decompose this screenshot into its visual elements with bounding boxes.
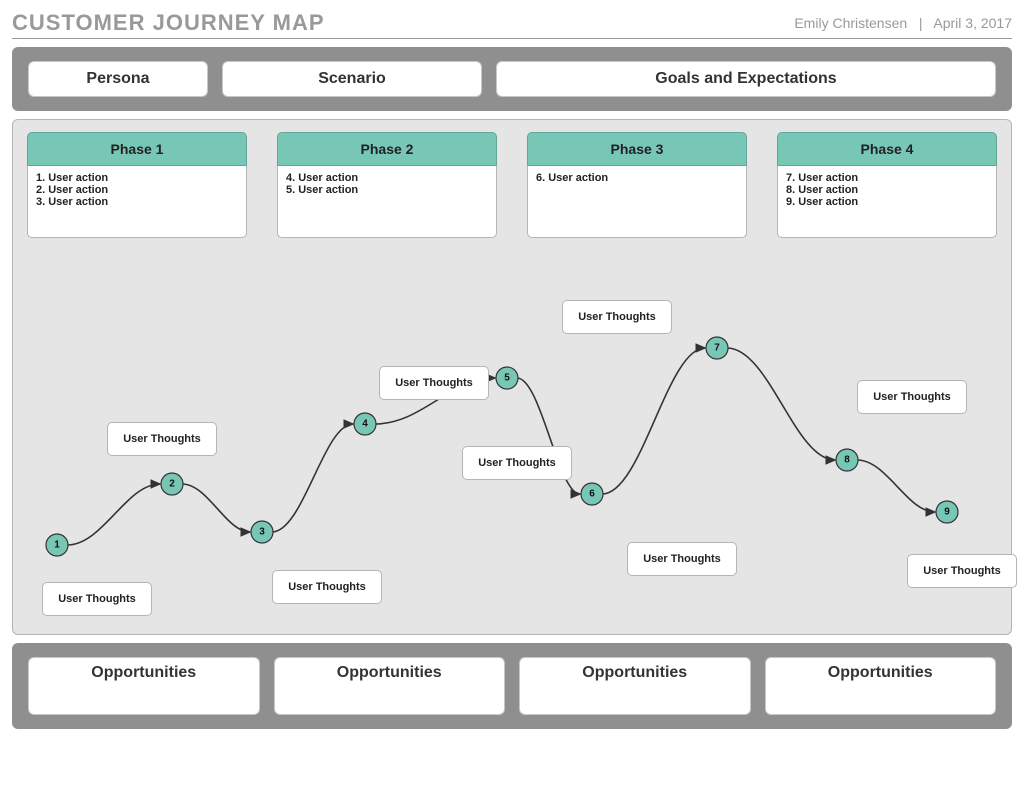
user-thoughts-9[interactable]: User Thoughts bbox=[907, 554, 1017, 588]
curve-segment bbox=[602, 348, 705, 494]
phase-4: Phase 4 7. User action 8. User action 9.… bbox=[777, 132, 997, 238]
curve-segment bbox=[857, 460, 935, 512]
header: CUSTOMER JOURNEY MAP Emily Christensen |… bbox=[12, 10, 1012, 39]
opportunities-1[interactable]: Opportunities bbox=[28, 657, 260, 715]
scenario-card[interactable]: Scenario bbox=[222, 61, 482, 97]
curve-segment bbox=[67, 484, 160, 545]
user-thoughts-7[interactable]: User Thoughts bbox=[627, 542, 737, 576]
user-thoughts-8[interactable]: User Thoughts bbox=[857, 380, 967, 414]
user-thoughts-3[interactable]: User Thoughts bbox=[272, 570, 382, 604]
persona-card[interactable]: Persona bbox=[28, 61, 208, 97]
journey-node-label-6: 6 bbox=[589, 489, 595, 500]
phase-2-actions[interactable]: 4. User action 5. User action bbox=[277, 166, 497, 238]
phase-3-title[interactable]: Phase 3 bbox=[527, 132, 747, 166]
user-thoughts-1[interactable]: User Thoughts bbox=[42, 582, 152, 616]
bottom-band: Opportunities Opportunities Opportunitie… bbox=[12, 643, 1012, 729]
curve-segment bbox=[727, 348, 835, 460]
user-thoughts-2[interactable]: User Thoughts bbox=[107, 422, 217, 456]
journey-node-label-2: 2 bbox=[169, 479, 175, 490]
phase-3: Phase 3 6. User action bbox=[527, 132, 747, 238]
phase-2-title[interactable]: Phase 2 bbox=[277, 132, 497, 166]
curve-segment bbox=[272, 424, 353, 532]
opportunities-4[interactable]: Opportunities bbox=[765, 657, 997, 715]
user-thoughts-6[interactable]: User Thoughts bbox=[562, 300, 672, 334]
curve-segment bbox=[182, 484, 250, 532]
phase-4-actions[interactable]: 7. User action 8. User action 9. User ac… bbox=[777, 166, 997, 238]
phase-row: Phase 1 1. User action 2. User action 3.… bbox=[27, 132, 997, 238]
journey-node-label-4: 4 bbox=[362, 419, 368, 430]
phase-1-title[interactable]: Phase 1 bbox=[27, 132, 247, 166]
phase-4-title[interactable]: Phase 4 bbox=[777, 132, 997, 166]
phase-1-actions[interactable]: 1. User action 2. User action 3. User ac… bbox=[27, 166, 247, 238]
phase-1: Phase 1 1. User action 2. User action 3.… bbox=[27, 132, 247, 238]
journey-node-label-7: 7 bbox=[714, 343, 720, 354]
user-thoughts-4[interactable]: User Thoughts bbox=[379, 366, 489, 400]
goals-card[interactable]: Goals and Expectations bbox=[496, 61, 996, 97]
date: April 3, 2017 bbox=[933, 15, 1012, 31]
author: Emily Christensen bbox=[794, 15, 907, 31]
emotion-curve: 1 2 3 4 5 6 7 8 9 User Thoughts User Thoughts User… bbox=[27, 262, 997, 622]
top-band: Persona Scenario Goals and Expectations bbox=[12, 47, 1012, 111]
header-meta: Emily Christensen | April 3, 2017 bbox=[794, 15, 1012, 31]
journey-node-label-9: 9 bbox=[944, 507, 950, 518]
phase-2: Phase 2 4. User action 5. User action bbox=[277, 132, 497, 238]
journey-node-label-3: 3 bbox=[259, 527, 265, 538]
phase-3-actions[interactable]: 6. User action bbox=[527, 166, 747, 238]
journey-node-label-8: 8 bbox=[844, 455, 850, 466]
page-title: CUSTOMER JOURNEY MAP bbox=[12, 10, 325, 36]
journey-node-label-1: 1 bbox=[54, 540, 60, 551]
user-thoughts-5[interactable]: User Thoughts bbox=[462, 446, 572, 480]
separator: | bbox=[919, 15, 923, 31]
journey-canvas: Phase 1 1. User action 2. User action 3.… bbox=[12, 119, 1012, 635]
opportunities-2[interactable]: Opportunities bbox=[274, 657, 506, 715]
journey-node-label-5: 5 bbox=[504, 373, 510, 384]
opportunities-3[interactable]: Opportunities bbox=[519, 657, 751, 715]
